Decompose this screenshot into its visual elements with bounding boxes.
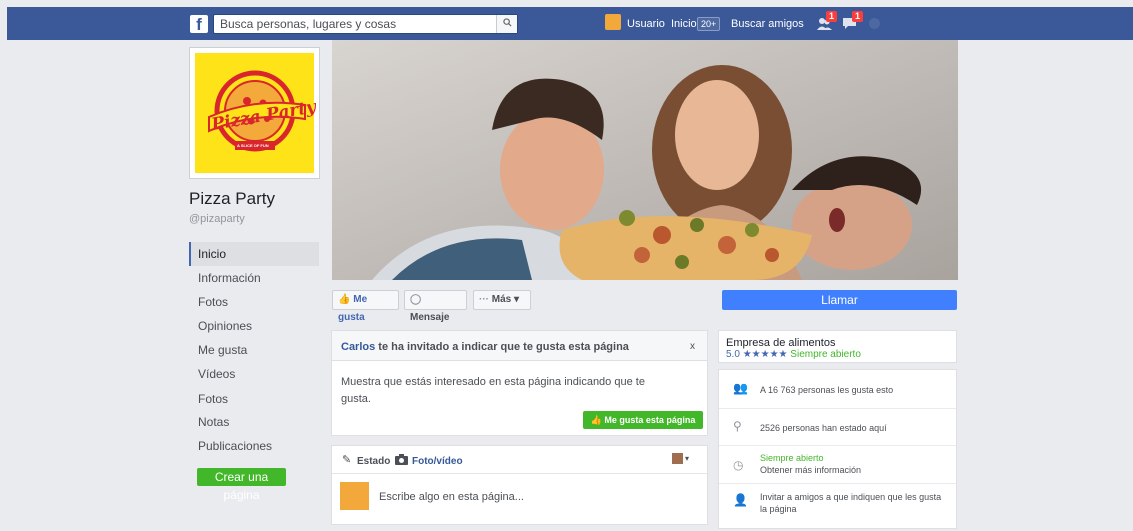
sidebar-item-videos[interactable]: Vídeos — [189, 362, 319, 386]
page-category: Empresa de alimentos — [726, 337, 836, 349]
sidebar-item-inicio[interactable]: Inicio — [189, 242, 319, 266]
profile-picture[interactable]: Pizza Party A SLICE OF FUN — [189, 47, 320, 179]
hours-text: Siempre abierto Obtener más información — [760, 452, 861, 476]
composer-input[interactable]: Escribe algo en esta página... — [379, 491, 524, 503]
invite-friends-text: Invitar a amigos a que indiquen que les … — [760, 492, 942, 514]
pizza-party-logo: Pizza Party A SLICE OF FUN — [195, 53, 317, 173]
sidebar-item-fotos-2[interactable]: Fotos — [189, 387, 319, 411]
likes-row[interactable]: 👥 A 16 763 personas les gusta esto — [719, 370, 956, 408]
invite-card-header: Carlos te ha invitado a indicar que te g… — [332, 331, 707, 361]
clock-icon: ◷ — [733, 458, 744, 472]
search-button[interactable] — [496, 15, 517, 33]
rating-stars-icon: ★★★★★ — [742, 349, 788, 360]
pencil-icon: ✎ — [342, 454, 352, 466]
invite-title-text: te ha invitado a indicar que te gusta es… — [375, 341, 629, 353]
call-button[interactable]: Llamar — [722, 290, 957, 310]
sidebar-item-publicaciones[interactable]: Publicaciones — [189, 434, 319, 458]
thumbs-up-icon: 👍 — [338, 294, 351, 305]
invite-card: Carlos te ha invitado a indicar que te g… — [331, 330, 708, 436]
more-button[interactable]: ··· Más ▾ — [473, 290, 531, 310]
sidebar-item-informacion[interactable]: Información — [189, 266, 319, 290]
more-button-label: Más — [491, 294, 512, 305]
post-as-avatar[interactable] — [672, 453, 683, 464]
invite-card-title: Carlos te ha invitado a indicar que te g… — [341, 341, 629, 353]
messages-badge: 1 — [852, 11, 864, 22]
sidebar-item-opiniones[interactable]: Opiniones — [189, 314, 319, 338]
message-button-label: Mensaje — [410, 312, 450, 323]
checkins-row[interactable]: ⚲ 2526 personas han estado aquí — [719, 408, 956, 446]
rating-value: 5.0 — [726, 349, 740, 360]
invite-friends-row[interactable]: 👤 Invitar a amigos a que indiquen que le… — [719, 483, 956, 531]
find-friends-link[interactable]: Buscar amigos — [731, 18, 804, 30]
sidebar-item-me-gusta[interactable]: Me gusta — [189, 338, 319, 362]
more-dots-icon: ··· — [479, 294, 489, 305]
search-input[interactable] — [220, 15, 490, 33]
like-this-page-button[interactable]: 👍 Me gusta esta página — [583, 411, 703, 429]
home-notification-badge: 20+ — [697, 17, 721, 31]
hours-row[interactable]: ◷ Siempre abierto Obtener más información — [719, 445, 956, 484]
like-this-page-label: Me gusta esta página — [604, 415, 696, 425]
like-page-button[interactable]: 👍 Me gusta — [332, 290, 399, 323]
people-icon: 👥 — [733, 381, 748, 395]
friend-requests-badge: 1 — [826, 11, 838, 22]
cover-photo-image — [332, 40, 958, 280]
search-box — [213, 14, 518, 34]
page-info-card: 👥 A 16 763 personas les gusta esto ⚲ 252… — [718, 369, 957, 529]
user-avatar — [340, 482, 369, 510]
search-icon — [502, 18, 512, 27]
page-title: Pizza Party — [189, 189, 275, 208]
tab-foto-video[interactable]: Foto/vídeo — [412, 456, 463, 467]
chevron-down-icon: ▾ — [514, 294, 520, 305]
camera-icon — [395, 454, 408, 465]
logo-slogan: A SLICE OF FUN — [237, 143, 269, 148]
location-pin-icon: ⚲ — [733, 419, 742, 433]
tab-estado[interactable]: Estado — [357, 456, 390, 467]
invite-body-text: Muestra que estás interesado en esta pág… — [341, 376, 645, 405]
message-icon: ◯ — [410, 294, 422, 305]
home-link[interactable]: Inicio — [671, 18, 697, 30]
composer-tabs: ✎ Estado Foto/vídeo ▾ — [332, 446, 707, 474]
post-composer: ✎ Estado Foto/vídeo ▾ Escribe algo en es… — [331, 445, 708, 525]
open-status: Siempre abierto — [790, 349, 861, 360]
add-friend-icon: 👤 — [733, 493, 748, 507]
rating-row[interactable]: 5.0 ★★★★★ Siempre abierto — [726, 349, 861, 360]
page-username[interactable]: @pizaparty — [189, 213, 245, 225]
top-navigation-bar — [7, 7, 1133, 40]
create-page-button[interactable]: Crear una página — [197, 468, 286, 502]
inviter-name-link[interactable]: Carlos — [341, 341, 375, 353]
hours-open-status: Siempre abierto — [760, 453, 824, 463]
sidebar-item-notas[interactable]: Notas — [189, 410, 319, 434]
notifications-globe-icon[interactable] — [869, 18, 880, 29]
page-category-card: Empresa de alimentos 5.0 ★★★★★ Siempre a… — [718, 330, 957, 363]
close-icon[interactable]: x — [690, 341, 695, 352]
cover-photo[interactable] — [332, 40, 958, 280]
more-info-link[interactable]: Obtener más información — [760, 465, 861, 475]
checkins-text: 2526 personas han estado aquí — [760, 423, 887, 433]
facebook-logo-icon[interactable]: f — [190, 15, 208, 34]
message-button[interactable]: ◯ Mensaje — [404, 290, 467, 323]
chevron-down-icon[interactable]: ▾ — [685, 454, 689, 463]
user-profile-link[interactable]: Usuario — [627, 18, 665, 30]
user-avatar-icon[interactable] — [605, 14, 621, 30]
sidebar-item-fotos[interactable]: Fotos — [189, 290, 319, 314]
thumbs-up-icon: 👍 — [590, 415, 602, 425]
likes-count-text: A 16 763 personas les gusta esto — [760, 385, 894, 395]
